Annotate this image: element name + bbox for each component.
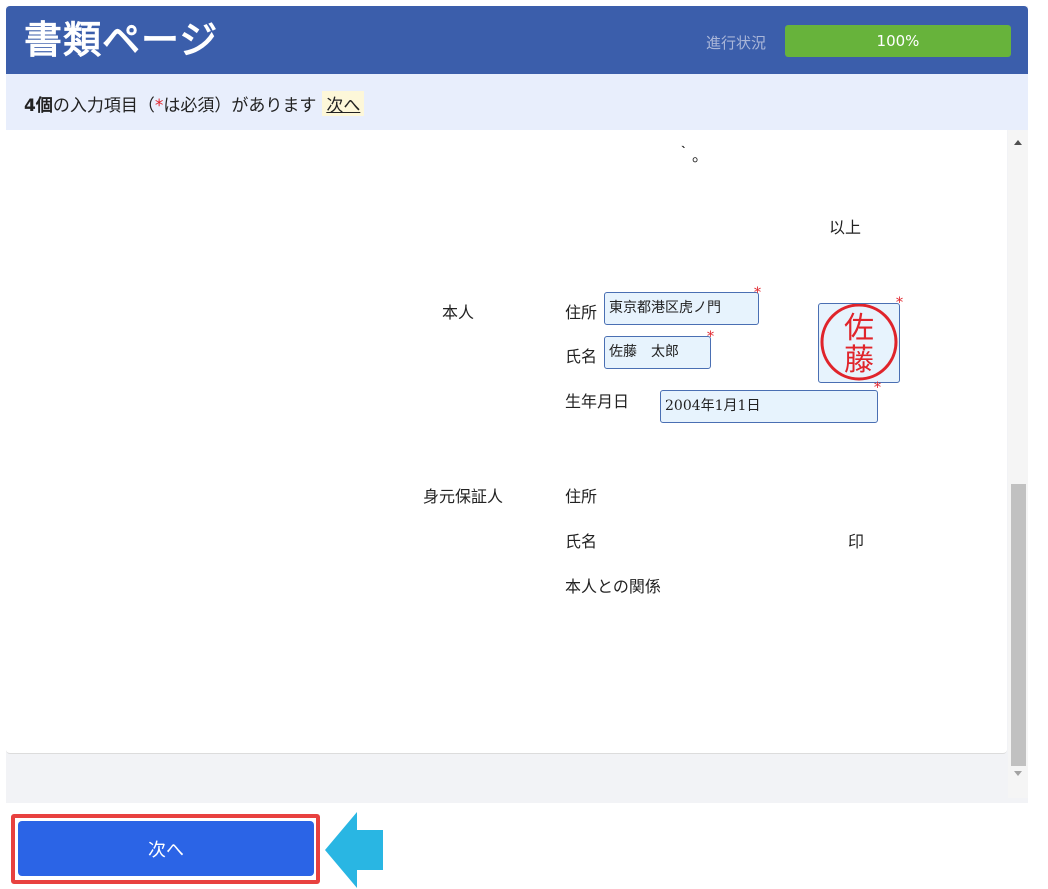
next-button[interactable]: 次へ (18, 821, 314, 876)
self-label: 本人 (442, 303, 475, 322)
pointer-arrow-icon (325, 812, 383, 888)
closing-ijo: 以上 (829, 218, 862, 237)
input-summary-bar: 4個の入力項目（*は必須）があります 次へ (6, 74, 1028, 130)
progress-label: 進行状況 (706, 34, 767, 52)
relation-label: 本人との関係 (565, 577, 661, 596)
page-header: 書類ページ 進行状況 100% (6, 6, 1028, 74)
scroll-up-arrow-icon[interactable] (1014, 140, 1022, 145)
input-summary-text: 4個の入力項目（*は必須）があります 次へ (24, 91, 365, 116)
address-required-star: * (754, 285, 761, 301)
scroll-down-arrow-icon[interactable] (1014, 771, 1022, 776)
seal-mark-label: 印 (848, 532, 865, 551)
summary-text-part-2: は必須）があります (163, 96, 317, 116)
input-count: 4個 (24, 96, 53, 116)
seal-char-bottom: 藤 (844, 343, 874, 378)
page-title: 書類ページ (24, 18, 219, 62)
seal-required-star: * (896, 295, 903, 311)
text-fragment: ｀。 (676, 146, 709, 165)
address-label: 住所 (565, 303, 598, 322)
guarantor-label: 身元保証人 (423, 487, 504, 506)
birthdate-label: 生年月日 (565, 392, 630, 411)
seal-char-top: 佐 (844, 311, 874, 346)
document-page: ｀。 以上 本人 住所 東京都港区虎ノ門 * 氏名 佐藤 太郎 * 佐 藤 * … (6, 130, 1007, 754)
name-label: 氏名 (565, 347, 598, 366)
hanko-seal-icon: 佐 藤 (820, 303, 898, 381)
seal-field[interactable]: 佐 藤 (818, 303, 900, 383)
scrollbar-thumb[interactable] (1011, 484, 1026, 766)
next-field-link[interactable]: 次へ (322, 91, 365, 116)
progress-bar: 100% (785, 25, 1011, 57)
document-scrollbar[interactable] (1008, 130, 1028, 798)
address-field[interactable]: 東京都港区虎ノ門 (604, 292, 759, 325)
name-required-star: * (707, 329, 714, 345)
guarantor-name-label: 氏名 (565, 532, 598, 551)
name-field[interactable]: 佐藤 太郎 (604, 336, 711, 369)
progress-percentage: 100% (876, 32, 920, 50)
birthdate-required-star: * (874, 380, 881, 396)
birthdate-field[interactable]: 2004年1月1日 (660, 390, 878, 423)
document-app: 書類ページ 進行状況 100% 4個の入力項目（*は必須）があります 次へ ｀。 … (6, 6, 1028, 803)
guarantor-address-label: 住所 (565, 487, 598, 506)
summary-text-part-1: の入力項目（ (52, 96, 155, 116)
